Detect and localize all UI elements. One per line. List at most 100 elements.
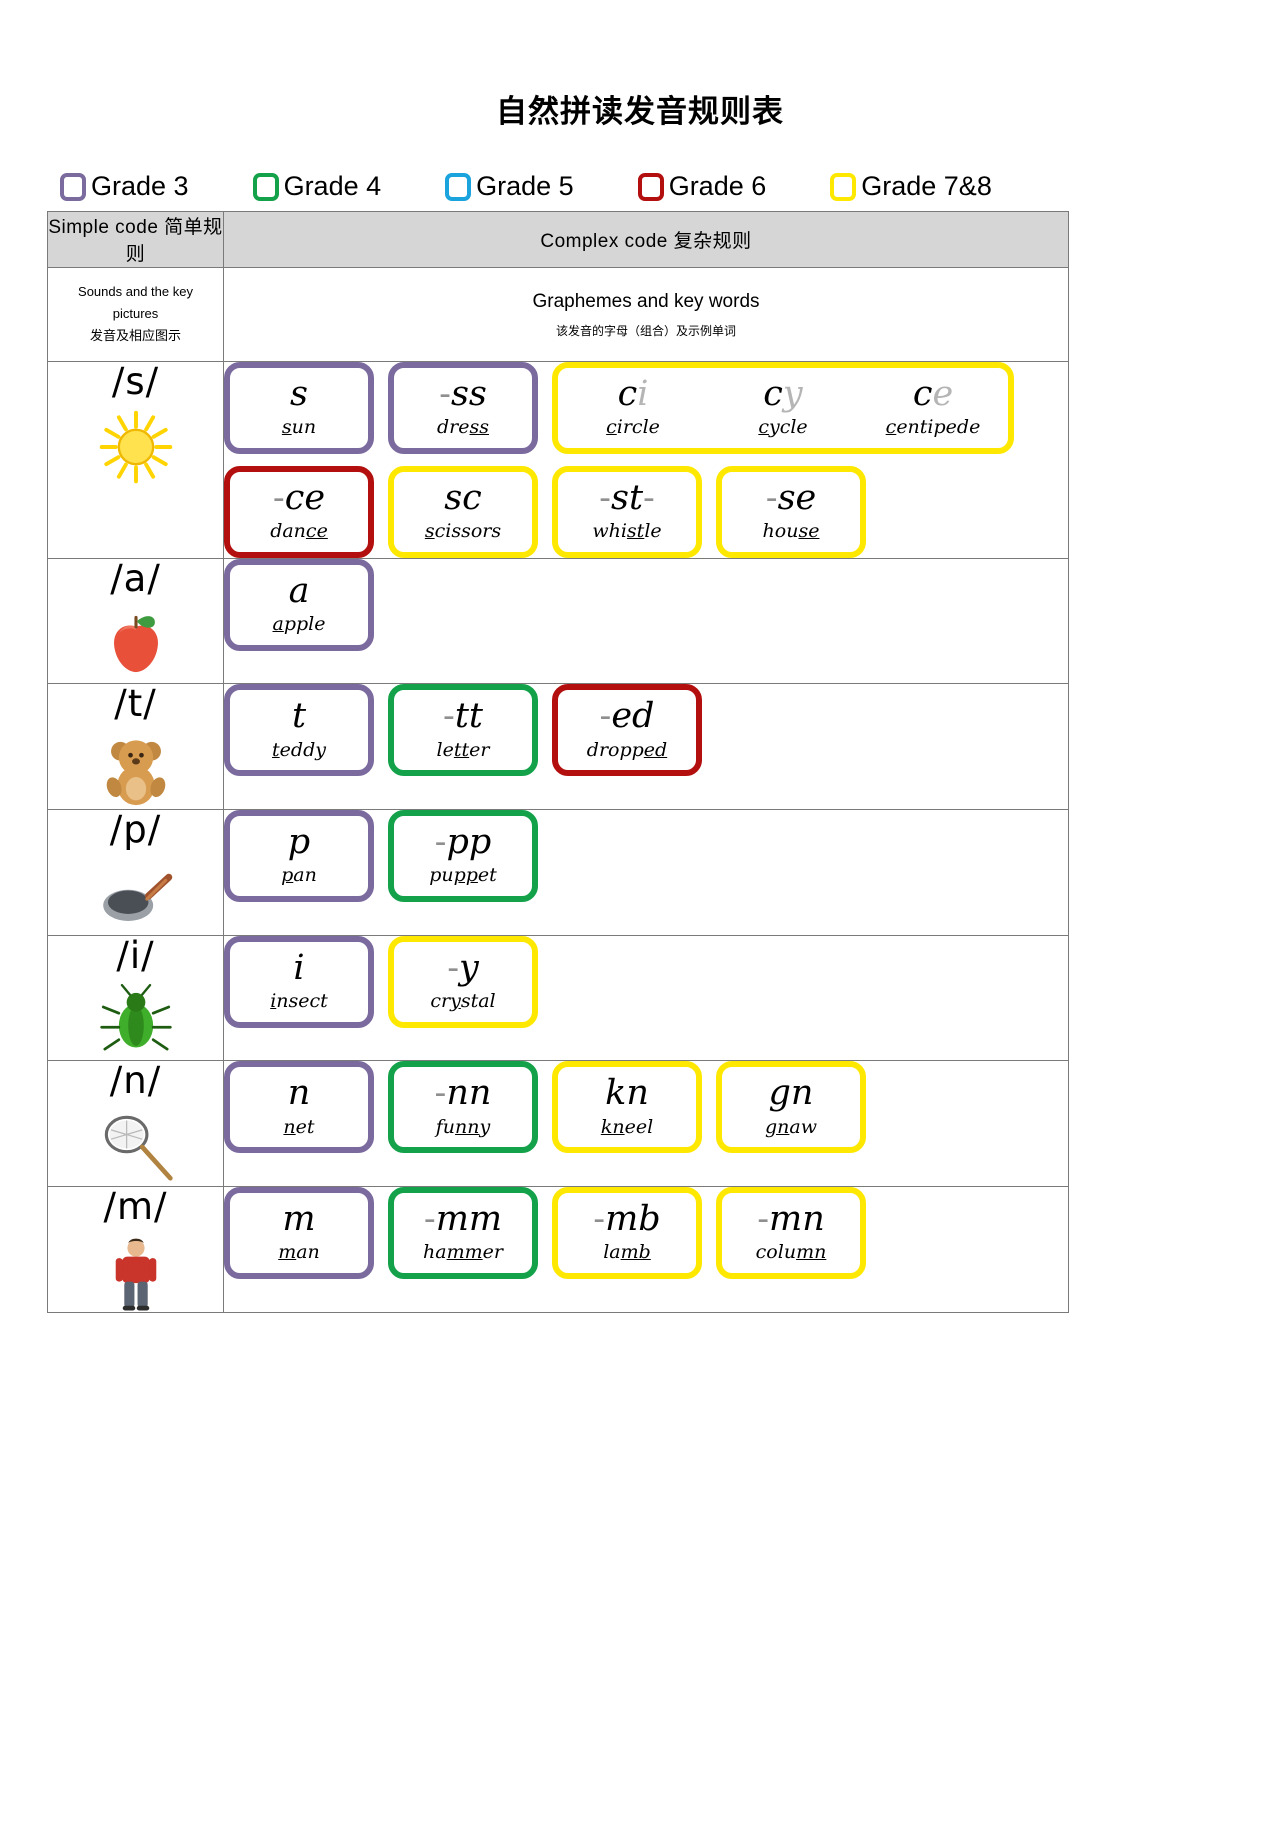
subheader-left: Sounds and the key pictures 发音及相应图示 xyxy=(47,266,224,362)
graphemes-cell: p pan -pp puppet xyxy=(223,809,1069,936)
table-row: /i/i insect -y crystal xyxy=(47,933,1069,1062)
subheader-right-cn: 该发音的字母（组合）及示例单词 xyxy=(555,324,736,339)
net-icon xyxy=(97,1108,175,1186)
phoneme-label: /a/ xyxy=(110,556,161,600)
grapheme-line: s sun -ss dress ci circle cy cycle ce centipede xyxy=(224,361,1068,454)
keyword-text: gnaw xyxy=(765,1115,817,1138)
legend-label: Grade 3 xyxy=(91,171,189,202)
graphemes-cell: m man -mm hammer -mb lamb -mn column xyxy=(223,1186,1069,1313)
pan-icon xyxy=(97,857,175,935)
legend-item-grade-3: Grade 3 xyxy=(60,171,189,202)
grapheme-text: -ed xyxy=(599,696,655,737)
grapheme-text: i xyxy=(293,947,305,988)
keyword-text: letter xyxy=(436,738,490,761)
legend-item-grade-5: Grade 5 xyxy=(445,171,574,202)
keyword-text: house xyxy=(762,519,820,542)
apple-icon xyxy=(97,605,175,683)
keyword-text: cycle xyxy=(758,415,808,438)
grapheme-text: -mb xyxy=(593,1199,661,1240)
grapheme-text: a xyxy=(288,570,310,611)
legend-swatch-icon xyxy=(830,172,857,201)
grapheme-box: t teddy xyxy=(224,684,374,777)
keyword-text: hammer xyxy=(423,1241,503,1264)
keyword-text: kneel xyxy=(600,1115,654,1138)
grapheme-entry: ce centipede xyxy=(858,368,1008,448)
grapheme-box: -ce dance xyxy=(224,465,374,558)
graphemes-cell: a apple xyxy=(223,557,1069,685)
table-row: /a/a apple xyxy=(47,556,1069,685)
keyword-text: centipede xyxy=(885,415,981,438)
legend-label: Grade 5 xyxy=(476,171,574,202)
grapheme-line: n net -nn funny kn kneel gn gnaw xyxy=(224,1061,1068,1154)
graphemes-cell: n net -nn funny kn kneel gn gnaw xyxy=(223,1060,1069,1188)
keyword-text: column xyxy=(755,1241,827,1264)
table-row: /n/n net -nn funny kn kneel gn gnaw xyxy=(47,1059,1069,1188)
keyword-text: pan xyxy=(281,864,317,887)
grapheme-box: -mn column xyxy=(716,1187,866,1280)
sound-cell: /m/ xyxy=(47,1185,224,1313)
grapheme-line: -ce dance sc scissors -st-whistle -se house xyxy=(224,465,1068,558)
keyword-text: circle xyxy=(606,415,660,438)
grapheme-text: ci xyxy=(617,373,649,414)
grapheme-entry: ci circle xyxy=(558,368,708,448)
grapheme-text: -mm xyxy=(423,1199,503,1240)
grapheme-box: gn gnaw xyxy=(716,1061,866,1154)
header-complex-code: Complex code 复杂规则 xyxy=(223,210,1069,268)
grapheme-box: n net xyxy=(224,1061,374,1154)
grapheme-line: t teddy -tt letter -ed dropped xyxy=(224,684,1068,777)
phonics-table: Simple code 简单规则 Complex code 复杂规则 Sound… xyxy=(47,210,1069,1313)
legend-label: Grade 7&8 xyxy=(861,171,992,202)
grapheme-line: a apple xyxy=(224,558,1068,651)
phoneme-label: /n/ xyxy=(109,1059,162,1103)
subheader-right: Graphemes and key words 该发音的字母（组合）及示例单词 xyxy=(223,266,1069,362)
grapheme-text: -se xyxy=(765,477,817,518)
grapheme-text: t xyxy=(291,696,307,737)
keyword-text: puppet xyxy=(429,864,497,887)
grapheme-text: kn xyxy=(605,1073,649,1114)
legend-item-grade-4: Grade 4 xyxy=(252,172,381,201)
keyword-text: man xyxy=(278,1241,320,1264)
grapheme-box: -se house xyxy=(716,465,866,558)
sound-cell: /n/ xyxy=(47,1059,224,1188)
table-row: /t/t teddy -tt letter -ed dropped xyxy=(47,682,1069,811)
graphemes-cell: t teddy -tt letter -ed dropped xyxy=(223,683,1069,811)
legend-item-grade-7-8: Grade 7&8 xyxy=(830,171,992,202)
grapheme-text: n xyxy=(287,1073,311,1114)
grapheme-entry: cy cycle xyxy=(708,368,858,448)
grapheme-text: -st- xyxy=(599,477,655,518)
grapheme-box: p pan xyxy=(224,810,374,903)
keyword-text: dance xyxy=(270,519,328,542)
subheader-left-en: Sounds and the key pictures xyxy=(78,284,193,322)
table-header-band: Simple code 简单规则 Complex code 复杂规则 xyxy=(47,210,1069,268)
legend-swatch-icon xyxy=(252,172,279,201)
phoneme-label: /i/ xyxy=(116,933,155,977)
keyword-text: dress xyxy=(436,415,489,438)
sound-cell: /p/ xyxy=(47,809,224,936)
insect-icon xyxy=(97,982,175,1060)
header-simple-code: Simple code 简单规则 xyxy=(47,210,224,268)
grapheme-box: kn kneel xyxy=(552,1061,702,1154)
legend-swatch-icon xyxy=(637,172,664,201)
grapheme-box: -tt letter xyxy=(388,684,538,777)
grapheme-box: -ss dress xyxy=(388,361,538,454)
legend-item-grade-6: Grade 6 xyxy=(637,172,766,201)
grapheme-box: ci circle cy cycle ce centipede xyxy=(552,361,1014,454)
keyword-text: crystal xyxy=(430,989,496,1012)
keyword-text: insect xyxy=(270,989,328,1012)
grapheme-box: -ed dropped xyxy=(552,684,702,777)
keyword-text: teddy xyxy=(272,738,326,761)
grapheme-box: -st-whistle xyxy=(552,465,702,558)
phoneme-label: /m/ xyxy=(103,1185,168,1229)
table-row: /m/m man -mm hammer -mb lamb -mn column xyxy=(47,1185,1069,1313)
graphemes-cell: s sun -ss dress ci circle cy cycle ce centipede -c… xyxy=(223,360,1069,559)
grapheme-text: -tt xyxy=(443,696,483,737)
phoneme-label: /t/ xyxy=(114,682,157,726)
grapheme-text: gn xyxy=(768,1073,814,1114)
graphemes-cell: i insect -y crystal xyxy=(223,934,1069,1062)
keyword-text: lamb xyxy=(603,1241,651,1264)
grapheme-text: -mn xyxy=(757,1199,825,1240)
page-title: 自然拼读发音规则表 xyxy=(496,93,784,129)
sound-cell: /s/ xyxy=(47,360,224,559)
grapheme-box: sc scissors xyxy=(388,465,538,558)
subheader-right-en: Graphemes and key words xyxy=(532,290,760,312)
